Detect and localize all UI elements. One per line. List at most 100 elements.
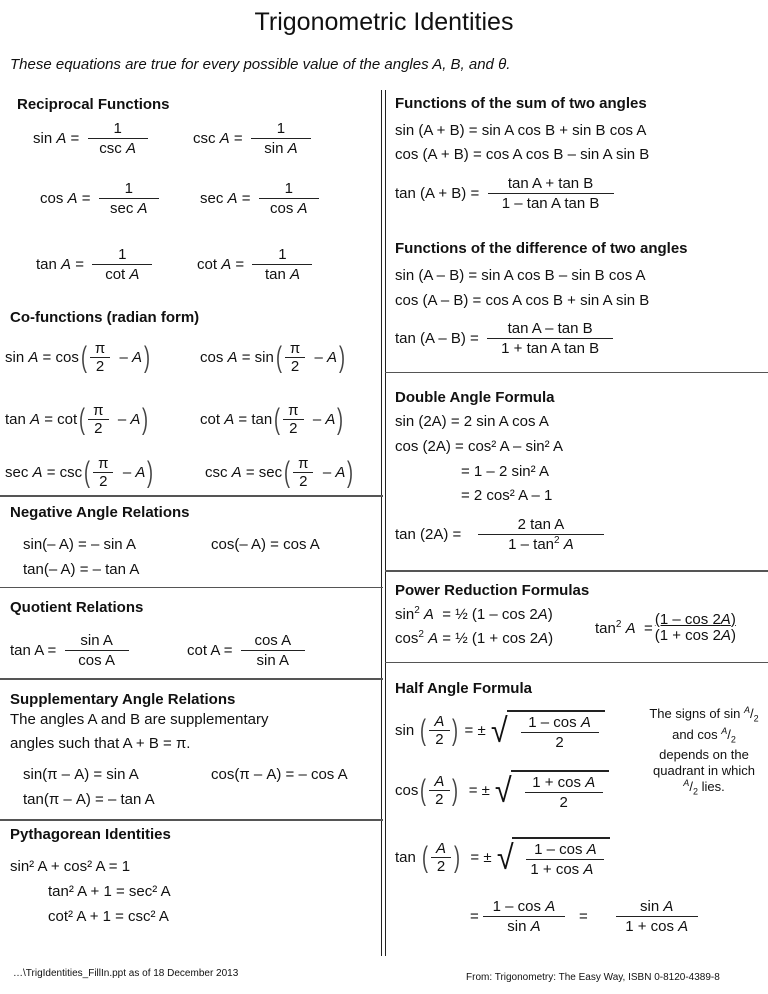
- identity-cofunction: cos A = sin(π 2 – A): [200, 340, 346, 375]
- identity-cofunction: sin A = cos(π 2 – A): [5, 340, 151, 375]
- denominator: 2: [520, 732, 599, 751]
- half-angle-sign-note: The signs of sin A/2 and cos A/2 depends…: [649, 705, 759, 797]
- square-root: √ 1 + cos A2: [494, 770, 609, 811]
- right-paren: ): [142, 402, 149, 436]
- footer-source-file: …\TrigIdentities_FillIn.ppt as of 18 Dec…: [13, 968, 239, 979]
- numerator: 1: [284, 180, 293, 197]
- footer-citation: From: Trigonometry: The Easy Way, ISBN 0…: [466, 972, 720, 983]
- identity: sin(π – A) = sin A: [23, 766, 139, 783]
- identity-cofunction: cot A = tan(π 2 – A): [200, 402, 344, 437]
- numerator: π: [288, 402, 299, 419]
- divider: [0, 678, 383, 680]
- minus-a: – A: [322, 464, 346, 481]
- section-heading: Negative Angle Relations: [10, 504, 190, 521]
- numerator: 1 – cos A: [492, 898, 556, 915]
- lhs-func: cos: [40, 190, 64, 207]
- section-heading: Supplementary Angle Relations: [10, 691, 236, 708]
- right-paren: ): [147, 455, 154, 489]
- numerator: A: [434, 773, 445, 790]
- right-paren: ): [339, 340, 346, 374]
- identity-sin-squared: sin2 A = ½ (1 – cos 2A): [395, 605, 553, 624]
- numerator: (1 – cos 2A): [654, 611, 736, 628]
- numerator: A: [434, 713, 445, 730]
- identity-tan-double: tan (2A) = 2 tan A1 – tan2 A: [395, 516, 604, 553]
- left-paren: (: [84, 455, 91, 489]
- section-heading: Pythagorean Identities: [10, 826, 171, 843]
- equals: =: [578, 908, 588, 925]
- identity-cot-quotient: cot A = cos Asin A: [187, 632, 305, 669]
- denominator: cos A: [64, 650, 129, 669]
- numerator: A: [436, 840, 447, 857]
- left-paren: (: [79, 402, 86, 436]
- divider: [385, 372, 768, 373]
- square-root: √ 1 – cos A2: [490, 710, 605, 751]
- lhs-func: sec: [200, 190, 224, 207]
- lhs-func: sin: [395, 722, 415, 739]
- identity-tan-squared: tan2 A = (1 – cos 2A) (1 + cos 2A): [595, 612, 736, 644]
- plus-minus: = ±: [468, 782, 490, 799]
- rhs-func: cos: [55, 349, 79, 366]
- minus-a: – A: [122, 464, 146, 481]
- section-heading: Functions of the sum of two angles: [395, 95, 647, 112]
- identity: cos(π – A) = – cos A: [211, 766, 348, 783]
- denominator: 1 – tan A tan B: [487, 193, 614, 212]
- section-heading: Quotient Relations: [10, 599, 144, 616]
- divider: [385, 570, 768, 572]
- identity: sin(– A) = – sin A: [23, 536, 136, 553]
- identity-sin-double: sin (2A) = 2 sin A cos A: [395, 413, 549, 430]
- numerator: π: [298, 455, 309, 472]
- numerator: π: [289, 340, 301, 357]
- column-divider-left-line: [381, 90, 382, 956]
- denominator: 2: [293, 472, 314, 490]
- square-root: √ 1 – cos A1 + cos A: [496, 837, 611, 878]
- numerator: 1 + cos A: [532, 774, 596, 791]
- identity-cos-double-alt1: = 1 – 2 sin² A: [461, 463, 549, 480]
- identity: tan(– A) = – tan A: [23, 561, 140, 578]
- identity-tan-quotient: tan A = sin Acos A: [10, 632, 129, 669]
- numerator: π: [98, 455, 109, 472]
- identity-csc-reciprocal: csc A = 1 sin A: [193, 120, 311, 157]
- numerator: 1: [124, 180, 133, 197]
- column-divider-right-line: [385, 90, 386, 956]
- rhs-func: sec: [258, 464, 283, 481]
- identity: cos(– A) = cos A: [211, 536, 320, 553]
- numerator: tan A – tan B: [507, 320, 593, 337]
- identity-cos-double: cos (2A) = cos² A – sin² A: [395, 438, 563, 455]
- left-paren: (: [275, 340, 282, 374]
- lhs-func: cos: [200, 349, 224, 366]
- lhs: tan (A + B) =: [395, 185, 480, 202]
- identity-tan-half-alt: = 1 – cos Asin A = sin A1 + cos A: [470, 898, 698, 935]
- divider: [0, 587, 383, 588]
- pi-over-two: π2: [282, 402, 304, 437]
- identity-tan-sum: tan (A + B) = tan A + tan B1 – tan A tan…: [395, 175, 614, 212]
- denominator: 2: [429, 790, 450, 808]
- section-heading: Reciprocal Functions: [17, 96, 170, 113]
- section-heading: Functions of the difference of two angle…: [395, 240, 688, 257]
- left-paren: (: [284, 455, 291, 489]
- denominator: sin A: [240, 650, 305, 669]
- identity-sin-half: sin (A 2) = ± √ 1 – cos A2: [395, 710, 605, 751]
- denominator-func: cot: [105, 266, 126, 283]
- minus-a: – A: [314, 349, 338, 366]
- identity-sin-reciprocal: sin A = 1 csc A: [33, 120, 148, 157]
- denominator: 2: [283, 419, 304, 437]
- identity: cot² A + 1 = csc² A: [48, 908, 169, 925]
- identity-tan-reciprocal: tan A = 1 cot A: [36, 246, 153, 283]
- plus-minus: = ±: [470, 849, 492, 866]
- numerator: tan A + tan B: [507, 175, 594, 192]
- page-subtitle: These equations are true for every possi…: [10, 56, 511, 73]
- numerator: sin A: [640, 898, 674, 915]
- denominator: 1 + tan A tan B: [487, 338, 614, 357]
- numerator: 1 – cos A: [534, 841, 597, 858]
- lhs-func: sin: [5, 349, 25, 366]
- rhs-func: sin: [254, 349, 274, 366]
- identity-cos-sum: cos (A + B) = cos A cos B – sin A sin B: [395, 146, 650, 163]
- lhs-func: tan: [5, 411, 26, 428]
- denominator-func: tan: [264, 266, 286, 283]
- denominator: (1 + cos 2A): [654, 627, 737, 644]
- section-heading: Co-functions (radian form): [10, 309, 200, 326]
- denominator: 2: [89, 357, 111, 375]
- denominator: 2: [93, 472, 114, 490]
- identity: sin² A + cos² A = 1: [10, 858, 131, 875]
- lhs-func: sin: [33, 130, 53, 147]
